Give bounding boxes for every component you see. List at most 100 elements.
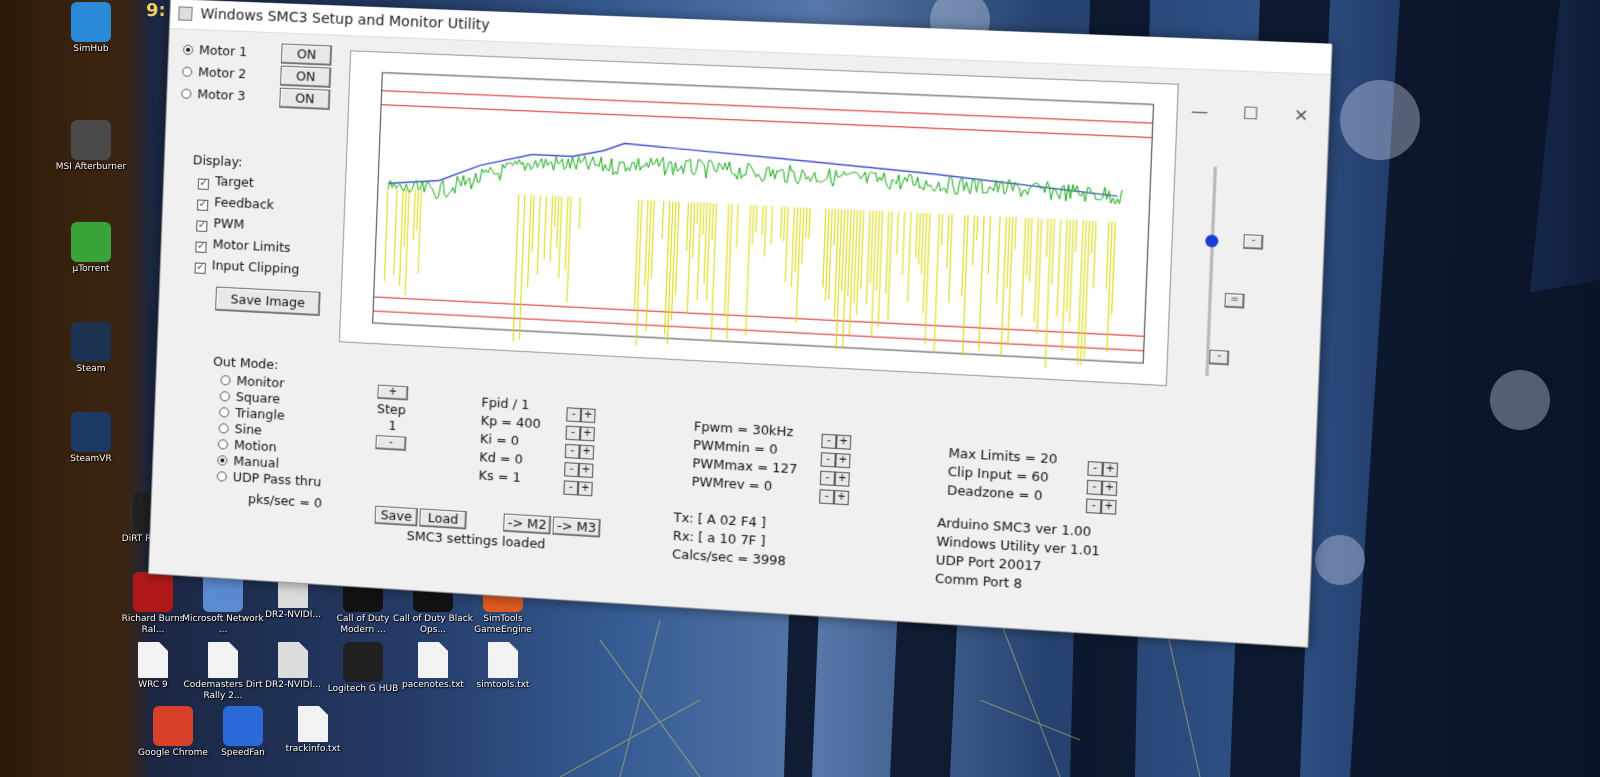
minimize-button[interactable]: — — [1183, 101, 1216, 122]
radio-label: UDP Pass thru — [232, 469, 322, 490]
stepper-plus-button[interactable]: + — [833, 490, 850, 506]
step-plus-button[interactable]: + — [377, 384, 409, 401]
upper-clip-line — [381, 105, 1152, 138]
motor-label: Motor 2 — [197, 64, 247, 82]
radio-icon[interactable] — [182, 44, 194, 55]
pwm-stepper-0[interactable]: - + — [821, 428, 853, 450]
pid-stepper-1[interactable]: - + — [565, 419, 598, 442]
motor-radio-3[interactable]: Motor 3 — [181, 86, 246, 103]
radio-icon[interactable] — [217, 455, 228, 466]
stepper-plus-button[interactable]: + — [577, 481, 593, 497]
pwm-stepper-2[interactable]: - + — [819, 465, 852, 487]
motor-2-on-button[interactable]: ON — [280, 65, 332, 88]
motor-radio-1[interactable]: Motor 1 — [182, 42, 247, 59]
radio-icon[interactable] — [217, 439, 229, 450]
limits-param-1: Clip Input = 60 — [947, 463, 1050, 485]
pwm-trace — [382, 188, 1115, 373]
save-image-button[interactable]: Save Image — [215, 286, 321, 317]
scale-mid-button[interactable]: = — [1224, 292, 1245, 309]
out-mode-radio-sine[interactable]: Sine — [218, 420, 262, 438]
logitech-icon — [343, 642, 383, 682]
limits-stepper-1[interactable]: - + — [1086, 474, 1120, 497]
display-checkbox-target[interactable]: ✓ Target — [197, 172, 255, 192]
radio-icon[interactable] — [219, 407, 230, 418]
stepper-minus-button[interactable]: - — [819, 489, 835, 505]
fan-icon — [223, 706, 263, 746]
display-checkbox-input-clipping[interactable]: ✓ Input Clipping — [194, 256, 300, 278]
pid-param-3: Kd = 0 — [479, 449, 524, 467]
desktop-icon-0[interactable]: SimHub — [48, 2, 134, 55]
radio-icon[interactable] — [218, 423, 229, 434]
pwm-param-0: Fpwm = 30kHz — [693, 418, 794, 440]
checkbox-label: PWM — [213, 215, 245, 232]
stepper-minus-button[interactable]: - — [1085, 498, 1102, 514]
limits-stepper-2[interactable]: - + — [1085, 492, 1119, 515]
pid-stepper-0[interactable]: - + — [566, 401, 598, 424]
display-checkbox-motor-limits[interactable]: ✓ Motor Limits — [195, 235, 291, 257]
save-settings-button[interactable]: Save — [374, 505, 418, 527]
checkbox-label: Target — [214, 173, 255, 191]
display-checkbox-pwm[interactable]: ✓ PWM — [196, 214, 245, 233]
calcs-readout: Calcs/sec = 3998 — [671, 546, 787, 569]
desktop-icon-25[interactable]: trackinfo.txt — [270, 706, 356, 755]
desktop-icon-label: SimHub — [73, 44, 109, 54]
pid-stepper-3[interactable]: - + — [564, 456, 596, 479]
desktop-icon-label: SimTools GameEngine — [474, 614, 532, 635]
radio-icon[interactable] — [216, 471, 227, 482]
desktop-icon-3[interactable]: Steam — [48, 322, 134, 375]
motor-radio-2[interactable]: Motor 2 — [182, 64, 247, 82]
checkbox-icon[interactable]: ✓ — [196, 220, 208, 232]
limits-stepper-0[interactable]: - + — [1087, 455, 1121, 478]
radio-icon[interactable] — [220, 375, 231, 386]
radio-label: Monitor — [236, 372, 285, 391]
pid-param-4: Ks = 1 — [478, 467, 522, 485]
load-settings-button[interactable]: Load — [419, 508, 467, 530]
motor-3-on-button[interactable]: ON — [279, 87, 331, 110]
checkbox-icon[interactable]: ✓ — [197, 178, 210, 190]
out-mode-heading: Out Mode: — [212, 353, 279, 373]
pid-stepper-2[interactable]: - + — [564, 438, 597, 460]
comm-port: Comm Port 8 — [934, 570, 1023, 592]
slider-knob[interactable] — [1205, 234, 1219, 248]
maximize-button[interactable]: ☐ — [1234, 103, 1268, 124]
smc3-window[interactable]: Windows SMC3 Setup and Monitor Utility —… — [148, 0, 1333, 648]
desktop-icon-1[interactable]: MSI Afterburner — [48, 120, 134, 173]
gamepad-icon — [71, 2, 111, 42]
stepper-plus-button[interactable]: + — [1100, 499, 1117, 515]
step-minus-button[interactable]: - — [375, 435, 407, 451]
checkbox-icon[interactable]: ✓ — [196, 199, 209, 211]
step-label: Step — [376, 400, 407, 418]
pid-stepper-4[interactable]: - + — [563, 474, 596, 497]
desktop-icon-label: simtools.txt — [476, 680, 530, 690]
display-checkbox-feedback[interactable]: ✓ Feedback — [196, 193, 275, 214]
stepper-minus-button[interactable]: - — [563, 480, 579, 496]
checkbox-icon[interactable]: ✓ — [195, 241, 207, 253]
pid-param-0: Fpid / 1 — [481, 394, 530, 413]
pwm-stepper-1[interactable]: - + — [820, 446, 853, 469]
checkbox-label: Feedback — [213, 194, 275, 213]
close-button[interactable]: ✕ — [1284, 105, 1318, 126]
pwm-stepper-3[interactable]: - + — [819, 483, 851, 506]
checkbox-icon[interactable]: ✓ — [194, 262, 206, 274]
radio-icon[interactable] — [181, 88, 192, 99]
doc-icon — [208, 642, 238, 678]
monitor-plot — [338, 50, 1179, 387]
app-icon — [178, 6, 193, 21]
desktop-icon-4[interactable]: SteamVR — [48, 412, 134, 465]
desktop-icon-label: MSI Afterburner — [55, 162, 127, 172]
scale-up-button[interactable]: - — [1243, 234, 1264, 250]
vertical-slider-track[interactable] — [1205, 166, 1217, 376]
motor-1-on-button[interactable]: ON — [280, 43, 333, 66]
desktop-icon-2[interactable]: µTorrent — [48, 222, 134, 275]
radio-icon[interactable] — [182, 66, 193, 77]
radio-icon[interactable] — [219, 391, 231, 402]
copy-to-m2-button[interactable]: -> M2 — [503, 513, 552, 535]
window-title: Windows SMC3 Setup and Monitor Utility — [200, 6, 491, 34]
doc-icon — [298, 706, 328, 742]
copy-to-m3-button[interactable]: -> M3 — [552, 516, 601, 538]
scale-down-button[interactable]: - — [1209, 349, 1230, 366]
checkbox-label: Input Clipping — [211, 257, 300, 277]
target-trace — [388, 133, 1119, 217]
out-mode-radio-udp-pass-thru[interactable]: UDP Pass thru — [216, 468, 322, 490]
desktop-icon-22[interactable]: simtools.txt — [460, 642, 546, 691]
